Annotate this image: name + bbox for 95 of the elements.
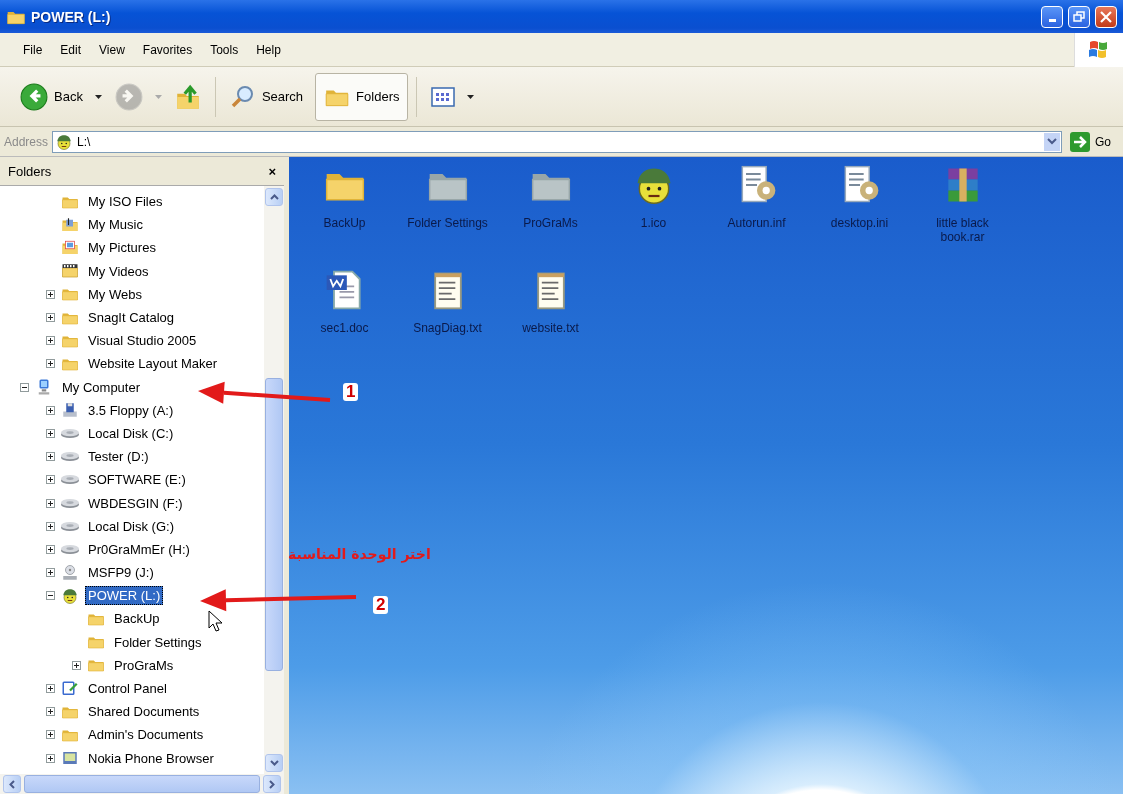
- tree-item[interactable]: Website Layout Maker: [85, 354, 221, 374]
- scroll-right-icon[interactable]: [269, 779, 275, 789]
- menu-item[interactable]: View: [90, 42, 134, 57]
- collapse-button[interactable]: [20, 382, 29, 392]
- tree-item[interactable]: My Music: [85, 215, 146, 235]
- tree-item[interactable]: Pr0GraMmEr (H:): [85, 539, 193, 559]
- expand-button[interactable]: [46, 475, 55, 485]
- tree-item[interactable]: Visual Studio 2005: [85, 331, 200, 351]
- drive-icon: [61, 586, 79, 605]
- search-icon: [229, 83, 256, 110]
- tree-item[interactable]: SOFTWARE (E:): [85, 470, 189, 490]
- expand-button[interactable]: [46, 336, 55, 346]
- tree-item[interactable]: Local Disk (G:): [85, 516, 177, 536]
- scroll-left-icon[interactable]: [9, 779, 15, 789]
- tree-item[interactable]: Tester (D:): [85, 447, 152, 467]
- horizontal-scrollbar[interactable]: [0, 774, 284, 794]
- tree-item[interactable]: My Pictures: [85, 238, 159, 258]
- disk-drive-icon: [61, 521, 79, 531]
- expand-button[interactable]: [46, 359, 55, 369]
- floppy-icon: [61, 401, 79, 420]
- close-icon: [1100, 10, 1112, 23]
- search-button[interactable]: Search: [223, 78, 310, 115]
- expand-button[interactable]: [72, 660, 81, 670]
- tree-item[interactable]: POWER (L:): [85, 586, 164, 606]
- expand-button[interactable]: [46, 405, 55, 415]
- restore-icon: [1073, 10, 1085, 23]
- tree-item[interactable]: Nokia Phone Browser: [85, 748, 217, 768]
- tree-item[interactable]: ProGraMs: [111, 655, 177, 675]
- expand-button[interactable]: [46, 568, 55, 578]
- scroll-down-icon[interactable]: [269, 760, 279, 766]
- tree-item[interactable]: Shared Documents: [85, 702, 203, 722]
- menu-item[interactable]: File: [14, 42, 52, 57]
- tree-item[interactable]: My Videos: [85, 261, 152, 281]
- views-icon: [431, 85, 456, 108]
- videos-icon: [61, 262, 79, 281]
- pane-title: Folders: [8, 163, 52, 179]
- expand-button[interactable]: [46, 730, 55, 740]
- menu-item[interactable]: Tools: [201, 42, 248, 57]
- expand-button[interactable]: [46, 684, 55, 694]
- cd-drive-icon: [61, 563, 79, 582]
- back-button[interactable]: Back: [14, 77, 89, 116]
- control-panel-icon: [61, 679, 79, 698]
- dropdown-icon[interactable]: [1047, 137, 1057, 146]
- tree-item[interactable]: SnagIt Catalog: [85, 308, 177, 328]
- folders-button[interactable]: Folders: [315, 72, 409, 121]
- tree-item[interactable]: WBDESGIN (F:): [85, 493, 186, 513]
- disk-drive-icon: [61, 498, 79, 508]
- collapse-button[interactable]: [46, 591, 55, 601]
- mouse-cursor-icon: [208, 610, 223, 632]
- expand-button[interactable]: [46, 428, 55, 438]
- drive-icon: [55, 132, 74, 151]
- step-number: 1: [343, 383, 359, 401]
- menu-item[interactable]: Help: [247, 42, 290, 57]
- address-field[interactable]: L:\: [52, 130, 1062, 153]
- disk-drive-icon: [61, 428, 79, 438]
- expand-button[interactable]: [46, 753, 55, 763]
- minimize-icon: [1048, 18, 1056, 22]
- tree-item[interactable]: 3.5 Floppy (A:): [85, 400, 177, 420]
- expand-button[interactable]: [46, 452, 55, 462]
- tree-item[interactable]: My Computer: [59, 377, 144, 397]
- vertical-scrollbar[interactable]: [264, 186, 284, 774]
- dropdown-button[interactable]: [94, 93, 103, 100]
- address-label: Address: [4, 134, 49, 149]
- disk-drive-icon: [61, 475, 79, 485]
- disk-drive-icon: [61, 544, 79, 554]
- close-pane-button[interactable]: ×: [268, 163, 276, 179]
- folder-up-icon: [174, 82, 201, 111]
- expand-button[interactable]: [46, 289, 55, 299]
- expand-button[interactable]: [46, 498, 55, 508]
- go-button[interactable]: Go: [1066, 131, 1119, 152]
- tree-item[interactable]: BackUp: [111, 609, 163, 629]
- restore-button[interactable]: [1068, 5, 1090, 28]
- expand-button[interactable]: [46, 313, 55, 323]
- expand-button[interactable]: [46, 544, 55, 554]
- window-title: POWER (L:): [31, 8, 111, 25]
- close-button[interactable]: [1095, 5, 1117, 28]
- expand-button[interactable]: [46, 521, 55, 531]
- minimize-button[interactable]: [1041, 5, 1063, 28]
- tree-item[interactable]: My Webs: [85, 284, 145, 304]
- tree-item[interactable]: Control Panel: [85, 679, 170, 699]
- menu-item[interactable]: Favorites: [133, 42, 202, 57]
- step-number: 2: [373, 596, 389, 614]
- tree-item[interactable]: Local Disk (C:): [85, 423, 177, 443]
- music-icon: [61, 215, 79, 234]
- disk-drive-icon: [61, 452, 79, 462]
- tree-item[interactable]: MSFP9 (J:): [85, 563, 157, 583]
- pictures-icon: [61, 238, 79, 257]
- scroll-up-icon[interactable]: [269, 194, 279, 200]
- tree-item[interactable]: My ISO Files: [85, 192, 166, 212]
- menu-item[interactable]: Edit: [51, 42, 91, 57]
- tree-item[interactable]: Admin's Documents: [85, 725, 207, 745]
- dropdown-button[interactable]: [467, 93, 476, 100]
- tree-item[interactable]: Folder Settings: [111, 632, 205, 652]
- annotation-caption: اختر الوحدة المناسبة: [288, 546, 431, 562]
- expand-button[interactable]: [46, 707, 55, 717]
